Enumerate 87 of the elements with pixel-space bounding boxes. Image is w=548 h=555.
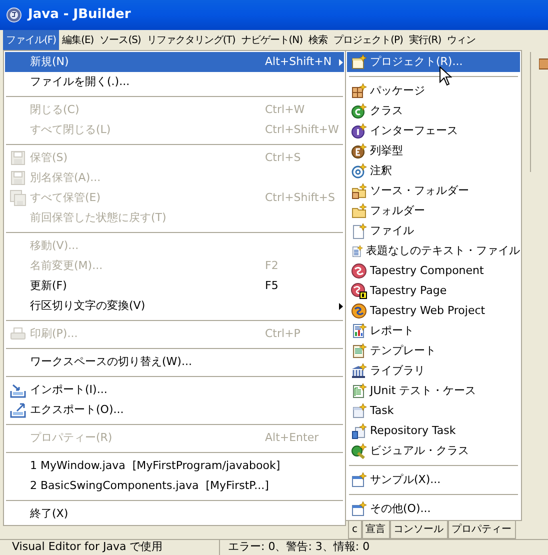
menu-bar-item[interactable]: 実行(R) — [406, 30, 444, 50]
visual-class-icon — [351, 443, 367, 459]
menu-item: 閉じる(C) Ctrl+W — [29, 102, 306, 118]
menu-item[interactable]: 1 MyWindow.java [MyFirstProgram/javabook] — [5, 456, 344, 476]
menu-bar-item[interactable]: ウィン — [444, 30, 479, 50]
menu-item[interactable]: Repository Task — [347, 421, 520, 441]
mouse-pointer-icon — [439, 66, 452, 86]
status-text: Visual Editor for Java で使用 — [12, 540, 163, 554]
report-icon — [351, 323, 367, 339]
menu-item[interactable]: Task — [347, 401, 520, 421]
menu-item[interactable]: ライブラリ — [347, 361, 520, 381]
menu-item[interactable]: 表題なしのテキスト・ファイル — [347, 241, 520, 261]
template-icon — [351, 343, 367, 359]
menu-bar-item[interactable]: プロジェクト(P) — [330, 30, 406, 50]
menu-bar-item[interactable]: リファクタリング(T) — [144, 30, 238, 50]
swirl-page-icon — [351, 283, 367, 299]
menu-item[interactable]: フォルダー — [347, 201, 520, 221]
menu-item: 名前変更(M)... F2 — [29, 258, 280, 274]
menu-item[interactable]: エクスポート(O)... — [5, 400, 344, 420]
panel-tab[interactable]: c — [348, 521, 362, 539]
task-icon — [351, 403, 367, 419]
menu-item[interactable]: ファイルを開く(.)... — [5, 72, 344, 92]
menu-item: 移動(V)... — [29, 238, 80, 254]
panel-tab[interactable]: 宣言 — [362, 521, 390, 539]
menu-item: プロパティー(R) Alt+Enter — [29, 430, 320, 446]
folder-icon — [351, 203, 367, 219]
menu-item[interactable]: ソース・フォルダー — [347, 181, 520, 201]
package-folder-icon — [351, 183, 367, 199]
library-icon — [351, 363, 367, 379]
menu-bar-item[interactable]: 編集(E) — [59, 30, 97, 50]
repository-task-icon — [351, 423, 367, 439]
menu-item[interactable]: パッケージ — [347, 81, 520, 101]
panel-tab[interactable]: プロパティー — [448, 521, 516, 539]
menu-item[interactable]: ファイル — [347, 221, 520, 241]
menu-item[interactable]: インターフェース — [347, 121, 520, 141]
window-title: Java - JBuilder — [28, 6, 131, 24]
menu-item[interactable]: Tapestry Component — [347, 261, 520, 281]
menu-item[interactable]: 更新(F) F5 — [5, 276, 344, 296]
menu-bar-item[interactable]: ソース(S) — [96, 30, 144, 50]
menu-bar-item[interactable]: ファイル(F) — [3, 30, 60, 50]
menu-item[interactable]: テンプレート — [347, 341, 520, 361]
at-sign-icon — [351, 163, 367, 179]
menu-item[interactable]: 新規(N) Alt+Shift+N — [5, 52, 344, 72]
window-icon — [351, 472, 367, 488]
menu-bar-item[interactable]: ナビゲート(N) — [238, 30, 306, 50]
menu-item: 別名保管(A)... — [5, 168, 344, 188]
swirl-icon — [351, 263, 367, 279]
menu-item[interactable]: JUnit テスト・ケース — [347, 381, 520, 401]
printer-icon — [10, 326, 26, 342]
toolbar-icon — [539, 58, 548, 70]
menu-item: 前回保管した状態に戻す(T) — [29, 210, 168, 226]
file-icon — [351, 223, 367, 239]
panel-tab[interactable]: コンソール — [390, 521, 448, 539]
menu-item[interactable]: 2 BasicSwingComponents.java [MyFirstP...] — [5, 476, 344, 496]
menu-item[interactable]: その他(O)... — [347, 499, 520, 519]
interface-icon — [351, 123, 367, 139]
tray-arrow-icon — [10, 402, 26, 418]
menu-item: 印刷(P)... Ctrl+P — [5, 324, 344, 344]
enum-icon — [351, 143, 367, 159]
menu-item[interactable]: ビジュアル・クラス — [347, 441, 520, 461]
menu-item[interactable]: Tapestry Page — [347, 281, 520, 301]
menu-item[interactable]: 注釈 — [347, 161, 520, 181]
status-text: エラー: 0、警告: 3、情報: 0 — [228, 539, 370, 555]
app-logo-icon — [6, 7, 22, 23]
test-file-icon — [351, 383, 367, 399]
tray-arrow-icon — [10, 382, 26, 398]
menu-item: 保管(S) Ctrl+S — [5, 148, 344, 168]
package-icon — [351, 83, 367, 99]
menu-item[interactable]: 行区切り文字の変換(V) — [5, 296, 344, 316]
new-project-icon — [351, 54, 367, 70]
menu-item[interactable]: レポート — [347, 321, 520, 341]
menu-item[interactable]: ワークスペースの切り替え(W)... — [5, 352, 344, 372]
menu-item: すべて閉じる(L) Ctrl+Shift+W — [29, 122, 340, 138]
menu-item[interactable]: 列挙型 — [347, 141, 520, 161]
menu-item[interactable]: 終了(X) — [5, 504, 344, 524]
menu-item[interactable]: プロジェクト(R)... — [347, 52, 520, 72]
class-icon — [351, 103, 367, 119]
floppy-disks-icon — [10, 190, 26, 206]
swirl-icon — [351, 303, 367, 319]
menu-item[interactable]: クラス — [347, 101, 520, 121]
menu-item: すべて保管(E) Ctrl+Shift+S — [5, 188, 344, 208]
menu-item[interactable]: Tapestry Web Project — [347, 301, 520, 321]
menu-item[interactable]: サンプル(X)... — [347, 470, 520, 490]
menu-bar-item[interactable]: 検索 — [306, 30, 331, 50]
text-file-icon — [351, 243, 363, 259]
window-icon — [351, 501, 367, 517]
menu-item[interactable]: インポート(I)... — [5, 380, 344, 400]
